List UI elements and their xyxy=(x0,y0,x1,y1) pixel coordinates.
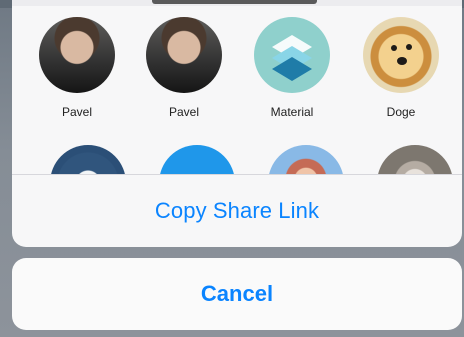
contact-name: Doge xyxy=(386,105,416,119)
contact-material[interactable]: Material xyxy=(247,17,337,119)
doge-eye xyxy=(406,44,412,50)
cancel-label: Cancel xyxy=(200,281,274,306)
contacts-row: Pavel Pavel Material Doge xyxy=(12,17,462,137)
doge-nose xyxy=(397,57,407,65)
person-avatar xyxy=(39,17,115,93)
person-avatar xyxy=(146,17,222,93)
contact-name: Material xyxy=(270,105,314,119)
world-avatar[interactable] xyxy=(50,145,126,175)
cat-avatar[interactable] xyxy=(377,145,453,175)
share-sheet: Pavel Pavel Material Doge Copy Share Lin… xyxy=(12,0,462,247)
contact-name: Pavel xyxy=(61,105,93,119)
copy-share-link-label: Copy Share Link xyxy=(154,198,320,223)
contact-name: Pavel xyxy=(168,105,200,119)
dog-avatar xyxy=(363,17,439,93)
doge-eye xyxy=(391,45,397,51)
person-avatar[interactable] xyxy=(268,145,344,175)
sheet-top-cut xyxy=(152,0,317,4)
copy-share-link-button[interactable]: Copy Share Link xyxy=(12,175,462,247)
blue-avatar[interactable] xyxy=(159,145,235,175)
contact-pavel-2[interactable]: Pavel xyxy=(139,17,229,119)
second-contacts-row xyxy=(12,145,462,175)
cancel-button[interactable]: Cancel xyxy=(12,258,462,330)
stack-layers-icon xyxy=(254,17,330,93)
contact-pavel-1[interactable]: Pavel xyxy=(32,17,122,119)
contact-doge[interactable]: Doge xyxy=(356,17,446,119)
